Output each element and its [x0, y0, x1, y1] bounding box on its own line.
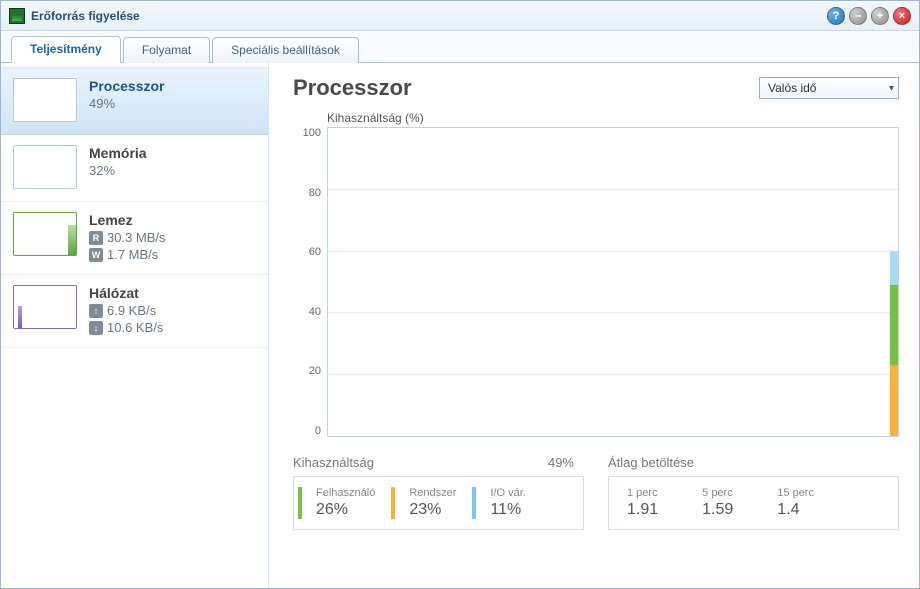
net-down-value: ↓ 10.6 KB/s — [89, 320, 163, 335]
chart-area: 100 80 60 40 20 0 — [293, 127, 899, 437]
window-controls: ? – + × — [827, 7, 911, 25]
ytick: 80 — [309, 187, 321, 199]
y-axis: 100 80 60 40 20 0 — [293, 127, 327, 437]
chart-wrap: Kihasználtság (%) 100 80 60 40 20 0 — [293, 111, 899, 437]
body: Processzor 49% Memória 32% Lemez R 30.3 … — [1, 63, 919, 588]
util-system-cell: Rendszer 23% — [391, 487, 472, 519]
write-badge-icon: W — [89, 248, 103, 262]
sidebar-item-label: Processzor — [89, 78, 164, 94]
stats-row: Kihasználtság 49% Felhasználó 26% Rendsz… — [293, 455, 899, 530]
loadavg-heading: Átlag betöltése — [608, 455, 899, 470]
cpu-chart — [327, 127, 899, 437]
loadavg-group: Átlag betöltése 1 perc 1.91 5 perc 1.59 … — [608, 455, 899, 530]
chart-grid — [328, 190, 898, 375]
chart-bar-user — [890, 285, 898, 365]
chart-bar-io — [890, 251, 898, 285]
utilization-heading: Kihasználtság 49% — [293, 455, 584, 470]
maximize-button[interactable]: + — [871, 7, 889, 25]
util-io-cell: I/O vár. 11% — [472, 487, 541, 519]
tab-process[interactable]: Folyamat — [123, 37, 210, 63]
minimize-button[interactable]: – — [849, 7, 867, 25]
chart-title: Kihasználtság (%) — [293, 111, 899, 125]
ytick: 40 — [309, 306, 321, 318]
chevron-down-icon: ▾ — [889, 83, 894, 94]
page-title: Processzor — [293, 75, 412, 101]
load-5m-cell: 5 perc 1.59 — [680, 487, 755, 519]
memory-thumb-icon — [13, 145, 77, 189]
load-1m-cell: 1 perc 1.91 — [613, 487, 680, 519]
chart-bar-system — [890, 365, 898, 436]
sidebar-item-value: 49% — [89, 96, 164, 111]
utilization-box: Felhasználó 26% Rendszer 23% I/O vár. 11… — [293, 476, 584, 530]
content: Processzor Valós idő ▾ Kihasználtság (%)… — [269, 63, 919, 588]
sidebar-item-cpu[interactable]: Processzor 49% — [1, 67, 268, 135]
ytick: 60 — [309, 246, 321, 258]
download-badge-icon: ↓ — [89, 321, 103, 335]
network-thumb-icon — [13, 285, 77, 329]
tab-bar: Teljesítmény Folyamat Speciális beállítá… — [1, 31, 919, 63]
sidebar-item-disk[interactable]: Lemez R 30.3 MB/s W 1.7 MB/s — [1, 202, 268, 275]
cpu-thumb-icon — [13, 78, 77, 122]
ytick: 100 — [303, 127, 321, 139]
window-title: Erőforrás figyelése — [31, 9, 140, 23]
sidebar-item-memory[interactable]: Memória 32% — [1, 135, 268, 202]
ytick: 20 — [309, 365, 321, 377]
ytick: 0 — [315, 425, 321, 437]
utilization-group: Kihasználtság 49% Felhasználó 26% Rendsz… — [293, 455, 584, 530]
disk-read-value: R 30.3 MB/s — [89, 230, 166, 245]
app-window: Erőforrás figyelése ? – + × Teljesítmény… — [0, 0, 920, 589]
help-button[interactable]: ? — [827, 7, 845, 25]
tab-performance[interactable]: Teljesítmény — [11, 36, 121, 63]
content-header: Processzor Valós idő ▾ — [293, 75, 899, 101]
read-badge-icon: R — [89, 231, 103, 245]
upload-badge-icon: ↑ — [89, 304, 103, 318]
loadavg-box: 1 perc 1.91 5 perc 1.59 15 perc 1.4 — [608, 476, 899, 530]
dropdown-value: Valós idő — [768, 81, 816, 95]
sidebar-item-label: Memória — [89, 145, 147, 161]
titlebar: Erőforrás figyelése ? – + × — [1, 1, 919, 31]
disk-write-value: W 1.7 MB/s — [89, 247, 166, 262]
sidebar-item-label: Hálózat — [89, 285, 163, 301]
sidebar-item-value: 32% — [89, 163, 147, 178]
disk-thumb-icon — [13, 212, 77, 256]
net-up-value: ↑ 6.9 KB/s — [89, 303, 163, 318]
sidebar-item-label: Lemez — [89, 212, 166, 228]
load-15m-cell: 15 perc 1.4 — [755, 487, 836, 519]
close-button[interactable]: × — [893, 7, 911, 25]
timerange-dropdown[interactable]: Valós idő ▾ — [759, 77, 899, 99]
sidebar-item-network[interactable]: Hálózat ↑ 6.9 KB/s ↓ 10.6 KB/s — [1, 275, 268, 348]
util-user-cell: Felhasználó 26% — [298, 487, 391, 519]
chart-svg — [328, 128, 898, 436]
tab-advanced[interactable]: Speciális beállítások — [212, 37, 359, 63]
app-icon — [9, 8, 25, 24]
sidebar: Processzor 49% Memória 32% Lemez R 30.3 … — [1, 63, 269, 588]
utilization-total: 49% — [548, 455, 574, 470]
